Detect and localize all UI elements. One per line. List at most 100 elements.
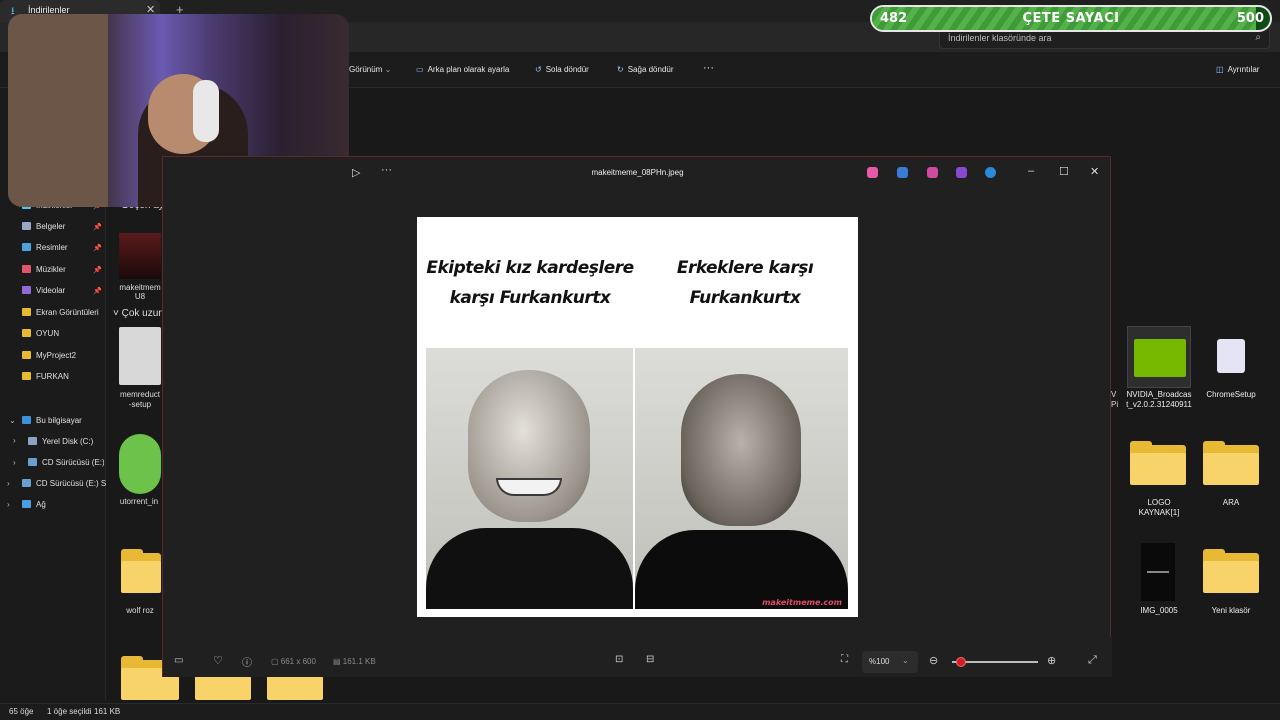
- sidebar-item-this-pc[interactable]: Bu bilgisayar: [22, 416, 82, 425]
- zoom-in-icon[interactable]: ⊕: [1047, 654, 1056, 667]
- copilot-icon[interactable]: [867, 167, 878, 178]
- edit-icon[interactable]: [897, 167, 908, 178]
- pin-icon[interactable]: 📌: [93, 244, 102, 252]
- folder-icon: [22, 351, 31, 359]
- rotate-left-button[interactable]: ↺ Sola döndür: [535, 65, 589, 74]
- folder-front: [121, 561, 161, 593]
- drive-e-label: CD Sürücüsü (E:) S: [42, 458, 104, 467]
- chrome-setup-icon[interactable]: [1203, 327, 1259, 387]
- fit-to-window-icon[interactable]: ⛶: [841, 654, 848, 665]
- sidebar-item-folder[interactable]: MyProject2: [22, 351, 76, 360]
- view-menu-button[interactable]: Görünüm ⌄: [349, 65, 391, 74]
- details-button[interactable]: ◫ Ayrıntılar: [1216, 65, 1259, 74]
- photo-viewer-window: ▷ ··· makeitmeme_08PHn.jpeg – ☐ ✕ Ekipte…: [162, 156, 1112, 677]
- filesize-info: ▤ 161.1 KB: [333, 657, 376, 666]
- sidebar-item-label: Müzikler: [36, 265, 66, 274]
- zoom-level-dropdown[interactable]: %100 ⌄: [862, 651, 918, 673]
- computer-icon: [22, 416, 31, 424]
- meme-right-line2: Furkankurtx: [689, 288, 801, 308]
- file-label[interactable]: U8: [116, 292, 164, 301]
- file-label[interactable]: utorrent_in: [114, 497, 164, 506]
- sidebar-item-folder[interactable]: FURKAN: [22, 372, 69, 381]
- nvidia-installer-icon[interactable]: [1127, 326, 1191, 388]
- folder-icon[interactable]: [1203, 549, 1259, 593]
- desktop-icon-label[interactable]: t_v2.0.2.31240911: [1123, 400, 1195, 410]
- desktop-icon-label[interactable]: KAYNAK[1]: [1123, 508, 1195, 518]
- desktop-icon-label[interactable]: Yeni klasör: [1195, 606, 1267, 616]
- onedrive-icon[interactable]: [985, 167, 996, 178]
- folder-icon[interactable]: [1130, 441, 1186, 485]
- more-options-button[interactable]: ···: [703, 62, 714, 74]
- image-thumbnail[interactable]: [1141, 543, 1175, 601]
- sidebar-item-folder[interactable]: Ekran Görüntüleri: [22, 308, 99, 317]
- chevron-right-icon[interactable]: ›: [7, 500, 10, 509]
- counter-goal: 500: [1236, 11, 1264, 26]
- desktop-icon-label[interactable]: ChromeSetup: [1195, 390, 1267, 400]
- minimize-icon[interactable]: –: [1028, 165, 1034, 177]
- sidebar-item-drive-e-2[interactable]: CD Sürücüsü (E:) SF: [22, 479, 106, 488]
- paint-icon[interactable]: [927, 167, 938, 178]
- zoom-out-icon[interactable]: ⊖: [929, 654, 938, 667]
- sidebar-item-drive-c[interactable]: Yerel Disk (C:): [28, 437, 93, 446]
- sidebar-item-pinned[interactable]: Videolar: [22, 286, 65, 295]
- sidebar-item-pinned[interactable]: Müzikler: [22, 265, 66, 274]
- pin-icon[interactable]: 📌: [93, 266, 102, 274]
- chevron-right-icon[interactable]: ›: [13, 458, 16, 467]
- text-extract-icon[interactable]: ⊟: [646, 654, 654, 665]
- pin-icon[interactable]: 📌: [93, 287, 102, 295]
- this-pc-label: Bu bilgisayar: [36, 416, 82, 425]
- zip-folder-icon[interactable]: [121, 549, 161, 593]
- zoom-slider-thumb[interactable]: [955, 657, 966, 667]
- close-icon[interactable]: ✕: [1090, 165, 1099, 178]
- utorrent-icon[interactable]: [119, 434, 161, 494]
- file-label[interactable]: makeitmem: [116, 283, 164, 292]
- folder-front: [1203, 561, 1259, 593]
- clipchamp-icon[interactable]: [956, 167, 967, 178]
- folder-icon: [22, 243, 31, 251]
- folder-front: [1130, 453, 1186, 485]
- favorite-icon[interactable]: ♡: [213, 654, 223, 667]
- chevron-right-icon[interactable]: ›: [7, 479, 10, 488]
- details-label: Ayrıntılar: [1227, 65, 1260, 74]
- file-thumbnail[interactable]: [119, 233, 161, 279]
- truncated-file-label[interactable]: V Pi: [1111, 390, 1118, 410]
- sidebar-item-network[interactable]: Ağ: [22, 500, 46, 509]
- shirt-shape: [426, 528, 633, 609]
- cd-drive-icon: [28, 458, 37, 466]
- details-pane-icon: ◫: [1216, 65, 1224, 74]
- headphones-icon: [193, 80, 219, 142]
- webcam-wall: [8, 14, 108, 207]
- desktop-icon-label[interactable]: ARA: [1195, 498, 1267, 508]
- installer-icon[interactable]: [119, 327, 161, 385]
- filmstrip-icon[interactable]: ▭: [174, 655, 183, 666]
- desktop-icon-label[interactable]: IMG_0005: [1123, 606, 1195, 616]
- drive-e2-label: CD Sürücüsü (E:) SF: [36, 479, 106, 488]
- filesize-value: 161.1 KB: [342, 657, 376, 666]
- file-label[interactable]: wolf roz: [116, 606, 164, 615]
- sidebar-item-drive-e[interactable]: CD Sürücüsü (E:) S: [28, 458, 104, 467]
- meme-photo-serious: makeitmeme.com: [635, 348, 848, 609]
- folder-icon[interactable]: [1203, 441, 1259, 485]
- meme-left-line2: karşı Furkankurtx: [449, 288, 611, 308]
- chevron-right-icon[interactable]: ›: [13, 436, 16, 445]
- sidebar-item-pinned[interactable]: Resimler: [22, 243, 68, 252]
- pin-icon[interactable]: 📌: [93, 223, 102, 231]
- dimensions-icon: ▢: [271, 657, 281, 666]
- info-icon[interactable]: ⓘ: [242, 654, 252, 669]
- network-icon: [22, 500, 31, 508]
- file-label[interactable]: memreduct: [116, 390, 164, 399]
- file-label[interactable]: -setup: [116, 400, 164, 409]
- group-header-long-ago[interactable]: ˅ Çok uzun: [113, 308, 164, 319]
- folder-icon: [22, 372, 31, 380]
- desktop-icon-label[interactable]: NVIDIA_Broadcas: [1123, 390, 1195, 400]
- chevron-down-icon[interactable]: ⌄: [9, 416, 16, 425]
- counter-current: 482: [880, 11, 908, 26]
- fullscreen-icon[interactable]: ⤢: [1088, 654, 1097, 667]
- sidebar-item-pinned[interactable]: Belgeler: [22, 222, 65, 231]
- set-background-button[interactable]: ▭ Arka plan olarak ayarla: [416, 65, 509, 74]
- rotate-right-button[interactable]: ↻ Sağa döndür: [617, 65, 674, 74]
- maximize-icon[interactable]: ☐: [1059, 165, 1069, 178]
- visual-search-icon[interactable]: ⊡: [615, 654, 623, 665]
- sidebar-item-folder[interactable]: OYUN: [22, 329, 59, 338]
- desktop-icon-label[interactable]: LOGO: [1123, 498, 1195, 508]
